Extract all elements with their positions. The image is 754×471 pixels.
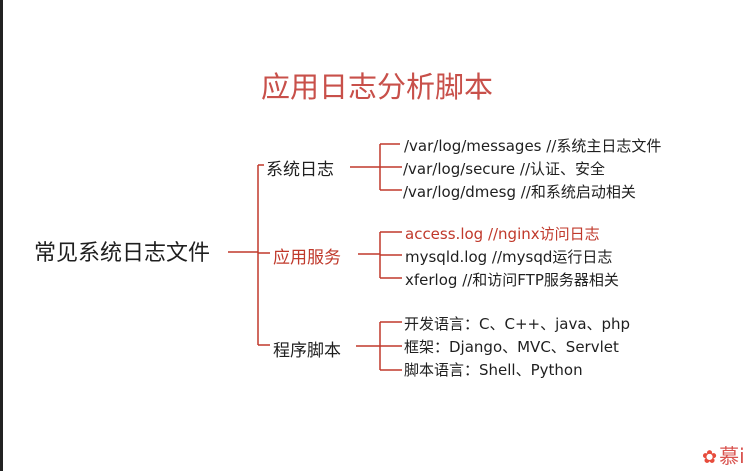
leaf-script-languages: 脚本语言：Shell、Python (404, 361, 583, 379)
flame-icon: ✿ (702, 447, 718, 468)
branch-label-program-scripts: 程序脚本 (273, 341, 341, 361)
leaf-dev-languages: 开发语言：C、C++、java、php (404, 315, 631, 333)
branch-label-app-services: 应用服务 (273, 248, 341, 268)
brand-logo-text: 慕i (719, 444, 745, 468)
branch-label-system-logs: 系统日志 (266, 160, 334, 180)
root-node-label: 常见系统日志文件 (34, 241, 211, 266)
leaf-mysqld-log: mysqld.log //mysqd运行日志 (405, 248, 613, 266)
leaf-xferlog: xferlog //和访问FTP服务器相关 (405, 271, 619, 289)
leaf-frameworks: 框架：Django、MVC、Servlet (404, 338, 619, 356)
leaf-secure: /var/log/secure //认证、安全 (403, 160, 606, 178)
brand-logo: ✿ 慕i (702, 440, 745, 469)
leaf-dmesg: /var/log/dmesg //和系统启动相关 (403, 183, 636, 201)
leaf-access-log: access.log //nginx访问日志 (405, 225, 600, 243)
leaf-messages: /var/log/messages //系统主日志文件 (404, 137, 662, 155)
